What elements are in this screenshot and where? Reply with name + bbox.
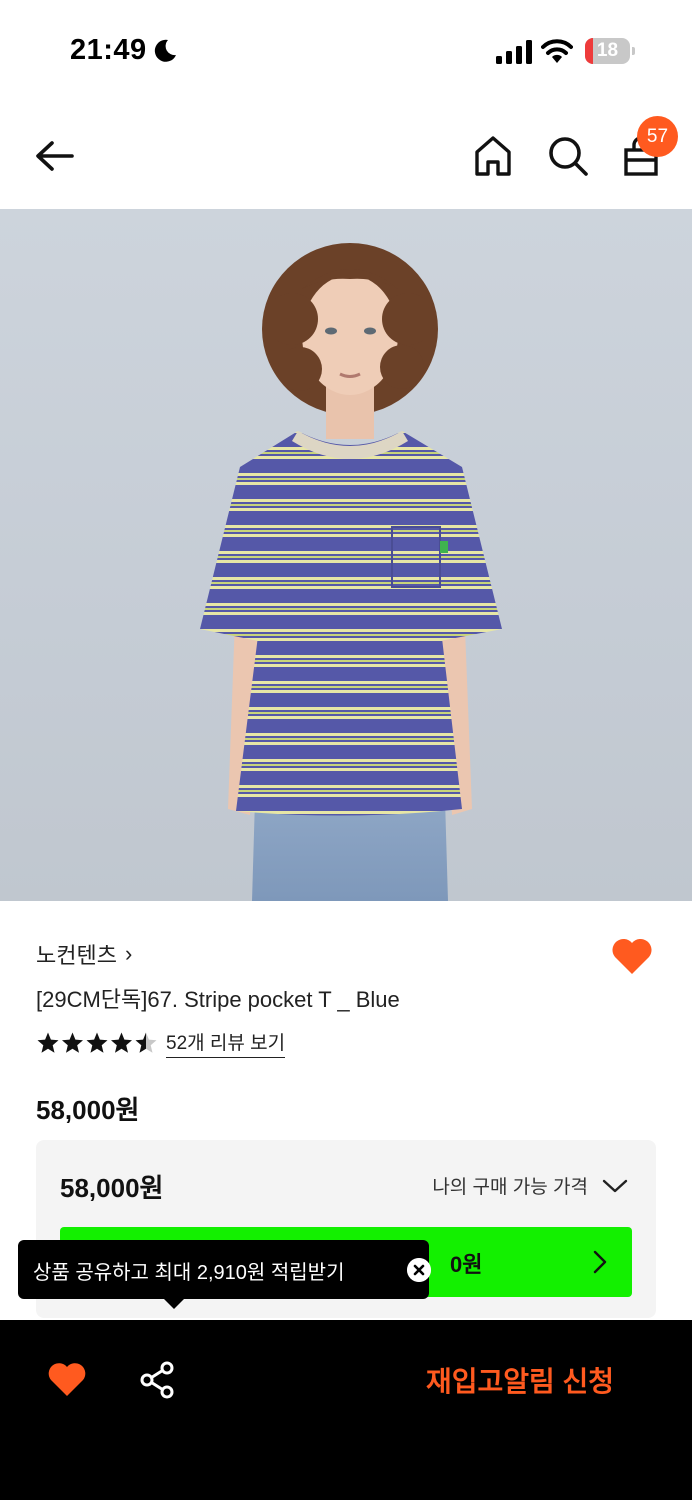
benefit-price-text: 0원 bbox=[450, 1252, 483, 1277]
star-icon bbox=[135, 1032, 157, 1053]
chevron-down-icon bbox=[602, 1179, 628, 1192]
model-photo-illustration bbox=[200, 243, 502, 901]
share-reward-tooltip: 상품 공유하고 최대 2,910원 적립받기 bbox=[18, 1240, 431, 1309]
product-title: [29CM단독]67. Stripe pocket T _ Blue bbox=[36, 987, 400, 1012]
rating-row: 52개 리뷰 보기 bbox=[36, 1028, 286, 1058]
star-icon bbox=[37, 1032, 59, 1053]
battery-level: 18 bbox=[596, 40, 619, 61]
dropdown-label: 나의 구매 가능 가격 bbox=[432, 1177, 588, 1198]
wishlist-heart-icon[interactable] bbox=[610, 936, 654, 976]
cart-count-badge: 57 bbox=[637, 116, 678, 157]
star-icon bbox=[86, 1032, 108, 1053]
heart-icon[interactable] bbox=[46, 1360, 88, 1398]
navigation-bar: 57 bbox=[0, 100, 692, 209]
chevron-right-icon: › bbox=[124, 941, 133, 966]
product-price: 58,000원 bbox=[36, 1095, 140, 1125]
rating-stars bbox=[37, 1032, 157, 1053]
search-icon[interactable] bbox=[546, 134, 590, 178]
bottom-action-bar: 재입고알림 신청 bbox=[0, 1320, 692, 1500]
purchase-price-dropdown[interactable]: 나의 구매 가능 가격 bbox=[432, 1172, 628, 1199]
chevron-right-icon bbox=[593, 1250, 607, 1274]
product-image[interactable] bbox=[0, 209, 692, 901]
star-icon bbox=[62, 1032, 83, 1053]
signal-icon bbox=[496, 40, 532, 64]
battery-icon: 18 bbox=[585, 38, 635, 64]
home-icon[interactable] bbox=[472, 134, 514, 178]
status-time: 21:49 bbox=[70, 34, 147, 66]
tooltip-text: 상품 공유하고 최대 2,910원 적립받기 bbox=[33, 1262, 345, 1284]
status-bar: 21:49 18 bbox=[0, 0, 692, 100]
tooltip-arrow bbox=[164, 1299, 184, 1309]
brand-name: 노컨텐츠 bbox=[36, 943, 117, 968]
price-box-amount: 58,000원 bbox=[60, 1173, 164, 1203]
review-link[interactable]: 52개 리뷰 보기 bbox=[166, 1028, 286, 1058]
brand-link[interactable]: 노컨텐츠 › bbox=[36, 938, 132, 970]
wifi-icon bbox=[541, 39, 573, 63]
star-icon bbox=[111, 1032, 132, 1053]
moon-icon bbox=[154, 39, 176, 62]
close-icon[interactable] bbox=[407, 1258, 431, 1282]
share-icon[interactable] bbox=[138, 1360, 178, 1400]
restock-alert-button[interactable]: 재입고알림 신청 bbox=[400, 1360, 640, 1404]
arrow-left-icon[interactable] bbox=[30, 136, 82, 176]
